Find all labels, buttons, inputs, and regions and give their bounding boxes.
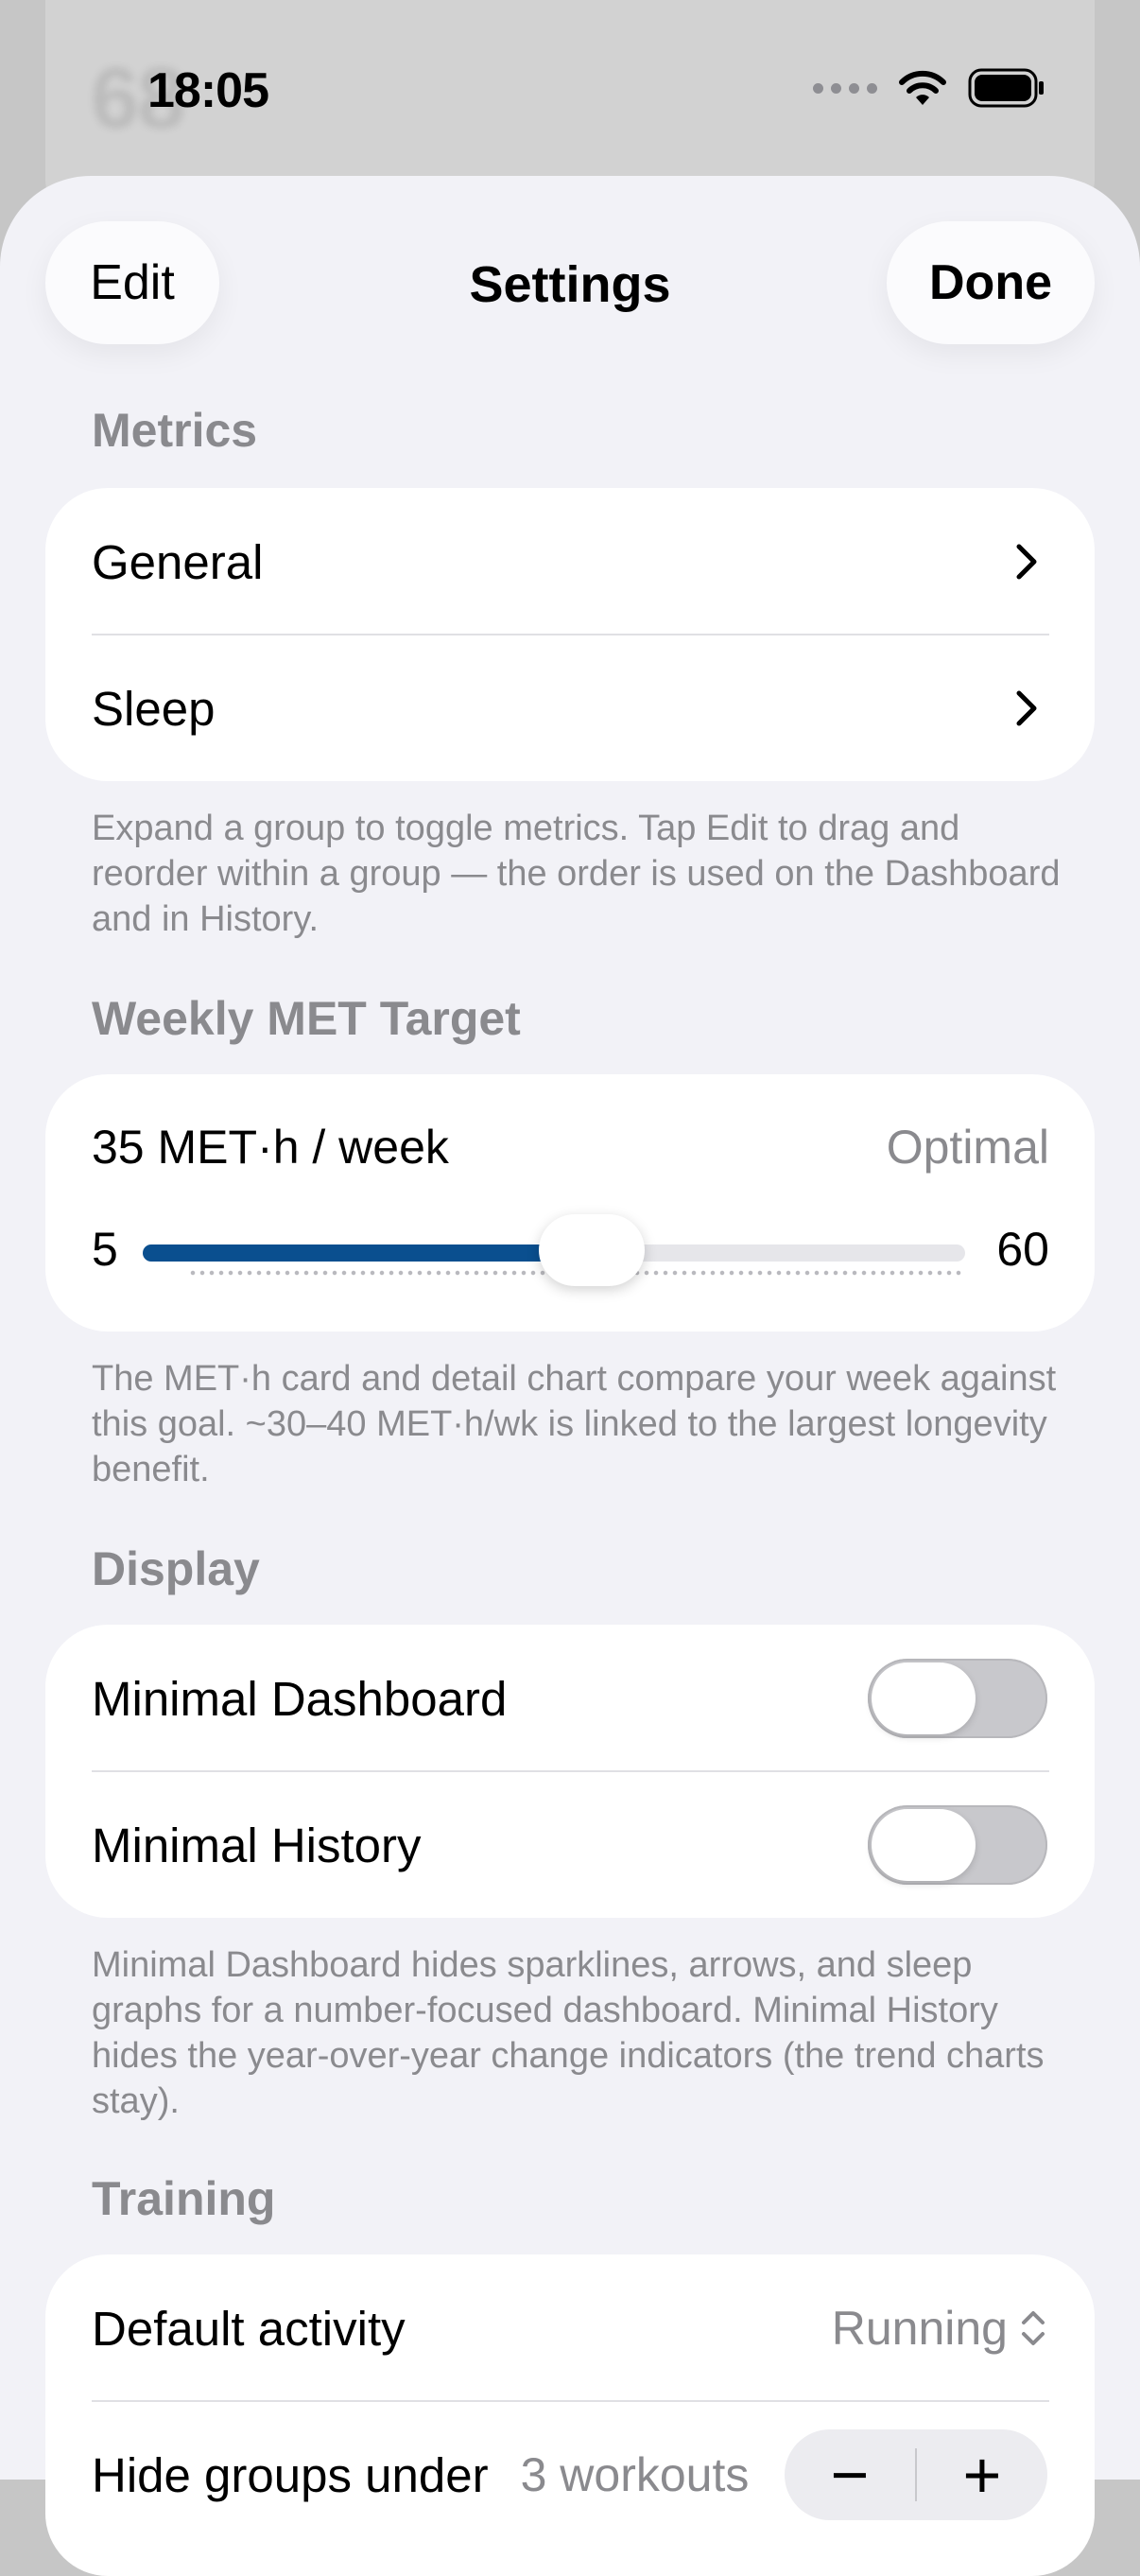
wifi-icon — [899, 70, 946, 105]
metrics-card: General Sleep — [45, 488, 1095, 781]
row-label: General — [92, 534, 264, 589]
met-slider-thumb[interactable] — [538, 1214, 645, 1286]
metrics-header: Metrics — [92, 404, 258, 457]
display-row-minimal-dashboard: Minimal Dashboard — [45, 1625, 1095, 1772]
battery-icon — [968, 68, 1044, 108]
metrics-footer: Expand a group to toggle metrics. Tap Ed… — [92, 809, 1061, 939]
met-target-value: 35 MET·h / week — [92, 1121, 449, 1174]
status-icons — [813, 68, 1045, 108]
chevron-right-icon — [1006, 541, 1047, 583]
slider-max-label: 60 — [996, 1223, 1049, 1276]
chevron-up-down-icon — [1022, 2311, 1045, 2345]
minimal-dashboard-toggle[interactable] — [868, 1659, 1047, 1738]
training-card: Default activity Running Hide groups und… — [45, 2254, 1095, 2576]
met-target-status: Optimal — [886, 1121, 1049, 1174]
stepper-plus-button[interactable]: + — [917, 2429, 1047, 2520]
default-activity-select[interactable]: Running — [832, 2301, 1047, 2356]
row-label: Minimal History — [92, 1818, 422, 1872]
met-target-header: Weekly MET Target — [92, 992, 521, 1045]
hide-groups-stepper: − + — [785, 2429, 1047, 2520]
row-label: Minimal Dashboard — [92, 1671, 508, 1726]
row-label: Sleep — [92, 681, 216, 736]
display-footer: Minimal Dashboard hides sparklines, arro… — [92, 1945, 1045, 2121]
training-header: Training — [92, 2172, 276, 2225]
stepper-minus-button[interactable]: − — [785, 2429, 915, 2520]
met-slider-fill — [143, 1244, 592, 1262]
status-time: 18:05 — [147, 63, 269, 118]
met-target-footer: The MET·h card and detail chart compare … — [92, 1359, 1057, 1489]
default-activity-value: Running — [831, 2302, 1008, 2355]
training-row-default-activity[interactable]: Default activity Running — [45, 2254, 1095, 2402]
minimal-history-toggle[interactable] — [868, 1805, 1047, 1885]
display-card: Minimal Dashboard Minimal History — [45, 1625, 1095, 1918]
display-header: Display — [92, 1542, 260, 1595]
row-label: Default activity — [92, 2301, 406, 2356]
metrics-row-general[interactable]: General — [45, 488, 1095, 635]
display-row-minimal-history: Minimal History — [45, 1771, 1095, 1918]
training-row-hide-groups: Hide groups under 3 workouts − + — [45, 2401, 1095, 2549]
slider-min-label: 5 — [92, 1223, 118, 1276]
met-target-card: 35 MET·h / week Optimal 5 60 — [45, 1074, 1095, 1332]
metrics-row-sleep[interactable]: Sleep — [45, 635, 1095, 781]
chevron-right-icon — [1006, 688, 1047, 729]
settings-sheet: Edit Settings Done Metrics General Sleep… — [0, 176, 1140, 2576]
row-label: Hide groups under — [92, 2447, 489, 2502]
hide-groups-value: 3 workouts — [520, 2448, 750, 2501]
done-button[interactable]: Done — [887, 221, 1095, 344]
cellular-dots-icon — [813, 82, 877, 94]
